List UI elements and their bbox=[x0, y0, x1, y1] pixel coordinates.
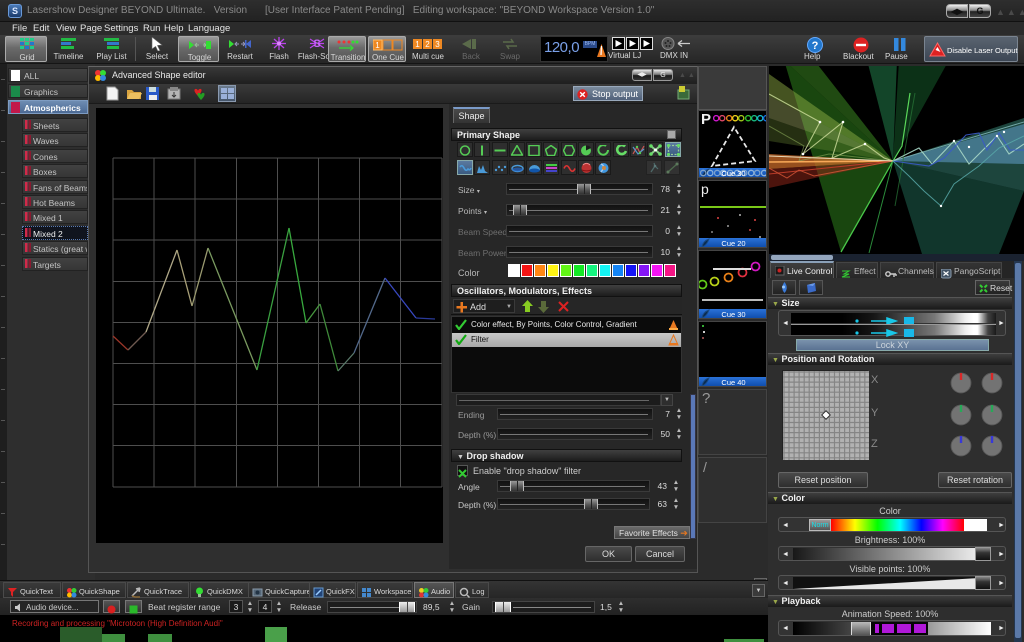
svg-text:1: 1 bbox=[415, 40, 420, 49]
svg-text:3: 3 bbox=[435, 40, 440, 49]
svg-text:1: 1 bbox=[375, 41, 380, 50]
svg-text:S: S bbox=[313, 38, 320, 50]
svg-text:?: ? bbox=[812, 40, 819, 52]
svg-text:2: 2 bbox=[425, 40, 430, 49]
